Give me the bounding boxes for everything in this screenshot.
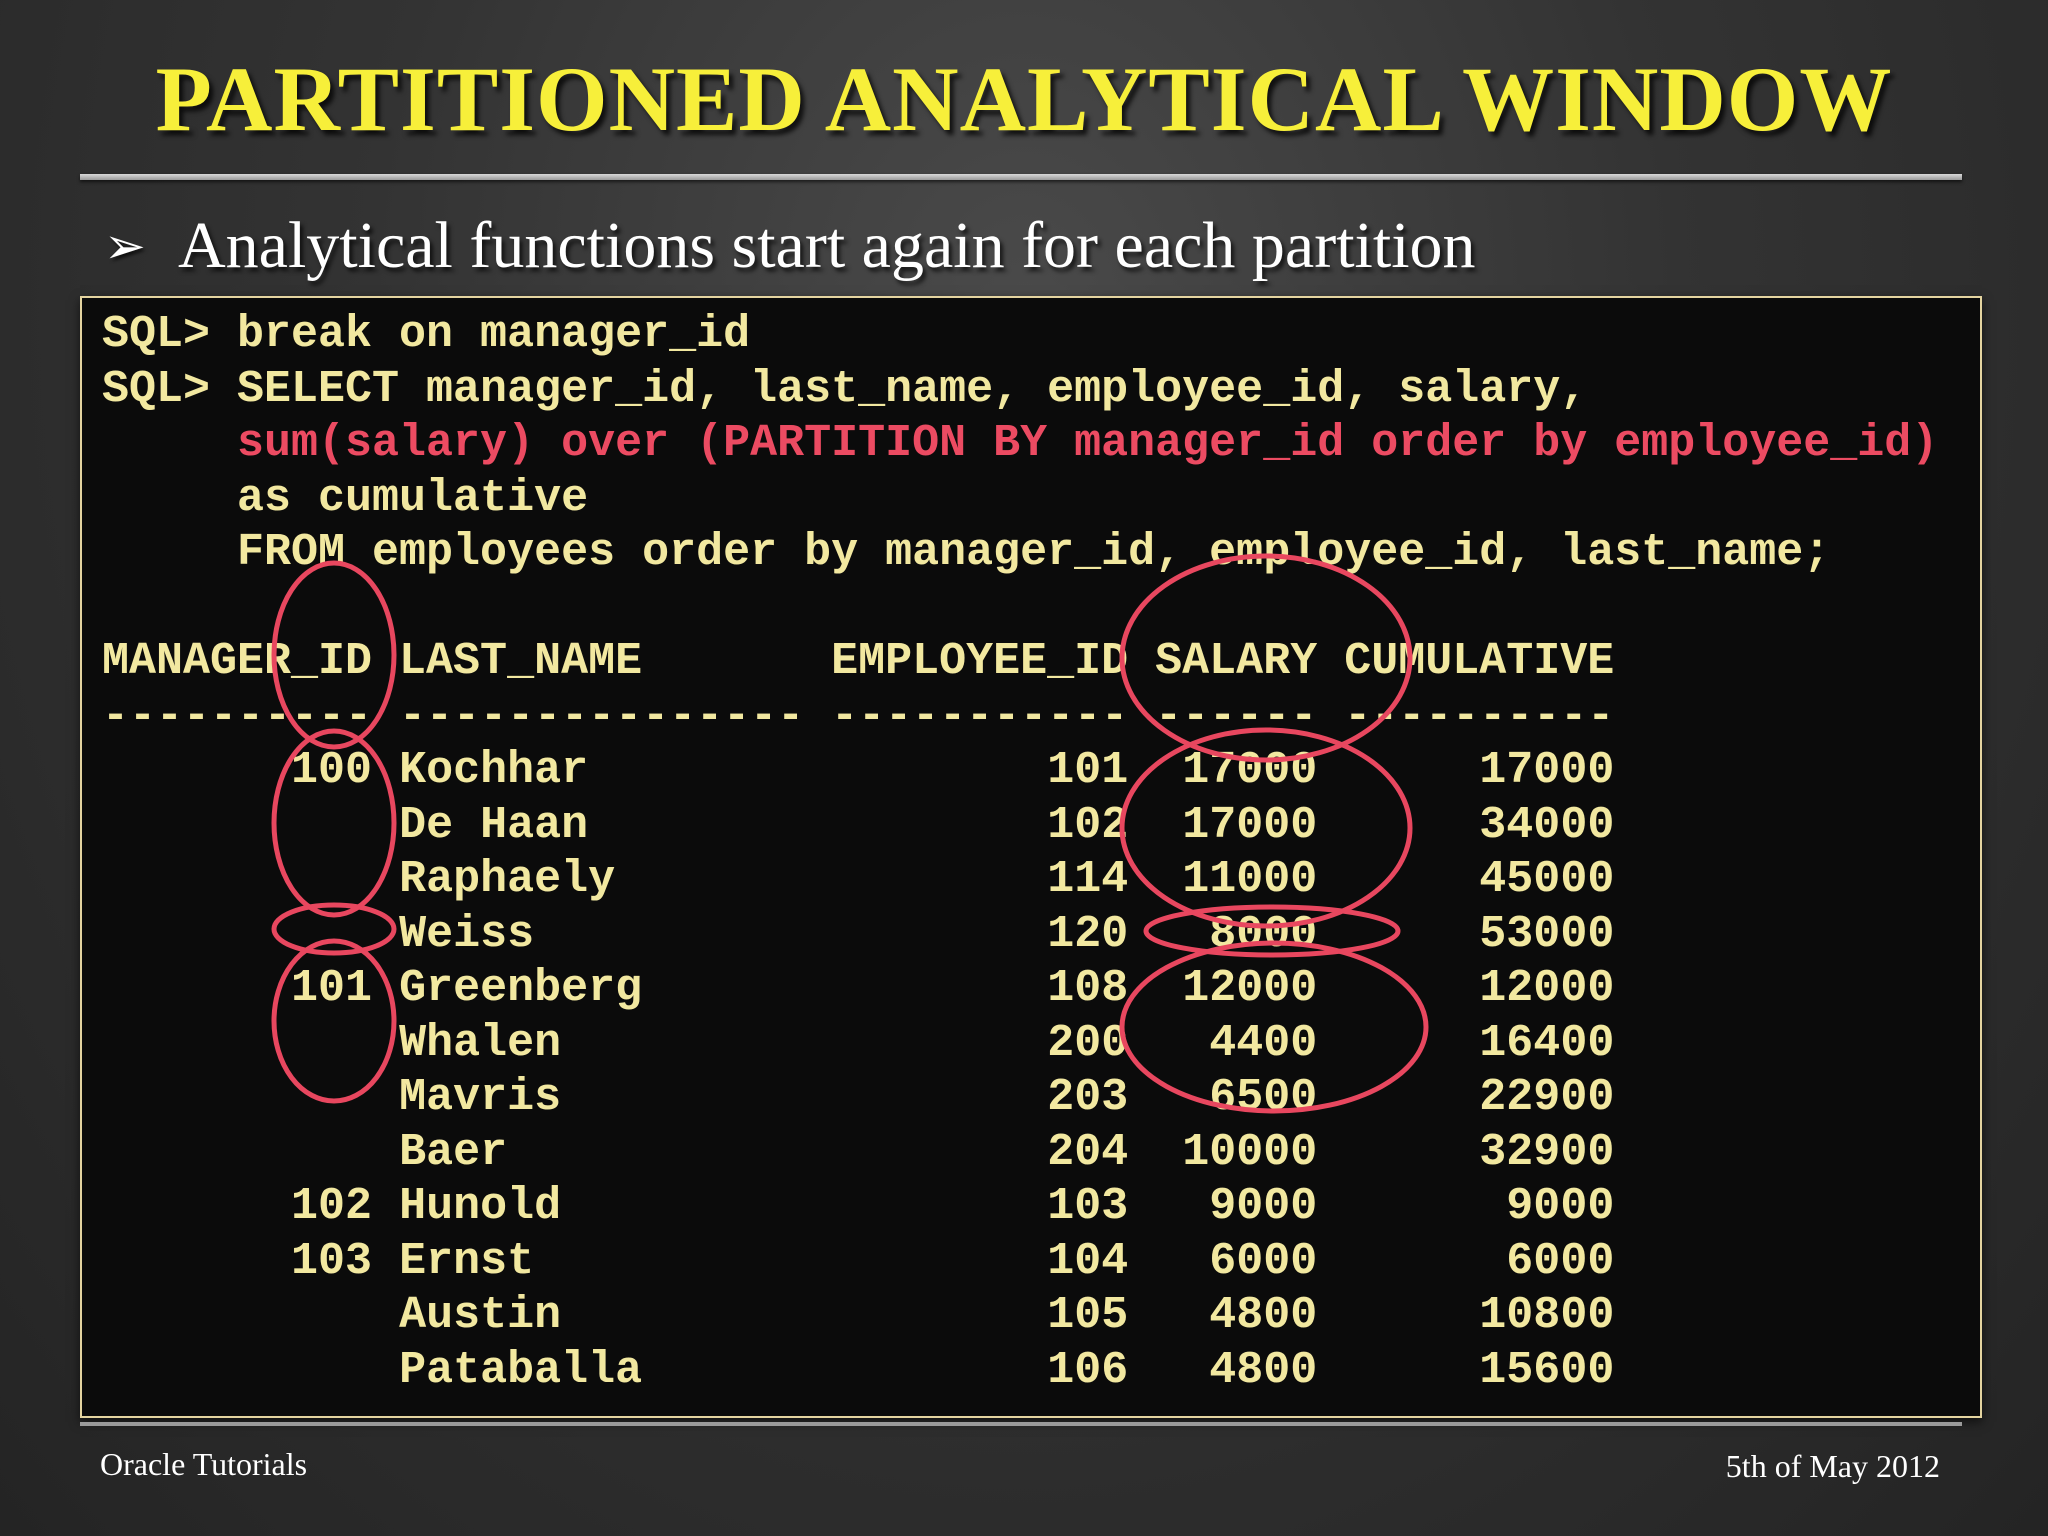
employee-id-cell: 114 [831,854,1129,905]
salary-cell: 17000 [1155,799,1318,851]
table-row: De Haan 102 17000 34000 [102,799,1938,854]
result-separator: ---------- --------------- ----------- -… [102,690,1615,742]
last-name-cell: De Haan [399,799,805,851]
manager-id-cell: 100 [102,745,373,796]
cumulative-cell: 15600 [1344,1344,1615,1396]
employee-id-cell: 108 [831,963,1129,1014]
last-name-cell: Greenberg [399,963,805,1014]
cumulative-cell: 34000 [1344,799,1615,851]
employee-id-cell: 203 [831,1072,1129,1123]
manager-id-cell: 102 [102,1181,373,1232]
result-header: MANAGER_ID LAST_NAME EMPLOYEE_ID SALARY … [102,636,1615,687]
table-row: 103 Ernst 104 6000 6000 [102,1235,1938,1290]
table-row: Baer 204 10000 32900 [102,1126,1938,1181]
manager-id-cell [102,1072,372,1123]
last-name-cell: Baer [399,1126,805,1178]
sql-from-line: FROM employees order by manager_id, empl… [102,527,1831,578]
employee-id-cell: 106 [831,1344,1129,1396]
last-name-cell: Ernst [399,1235,805,1287]
table-row: Mavris 203 6500 22900 [102,1071,1938,1126]
manager-id-cell [102,1345,372,1396]
cumulative-cell: 10800 [1344,1290,1615,1341]
manager-id-cell [102,909,372,960]
sql-console: SQL> break on manager_id SQL> SELECT mana… [80,296,1982,1418]
manager-id-cell [102,1127,372,1178]
manager-id-cell [102,854,372,905]
cumulative-cell: 16400 [1344,1017,1615,1069]
table-row: 100 Kochhar 101 17000 17000 [102,744,1938,799]
footer-date: 5th of May 2012 [1725,1448,1940,1484]
cumulative-cell: 12000 [1344,963,1615,1014]
manager-id-cell: 101 [102,963,373,1014]
sql-session: SQL> break on manager_id SQL> SELECT mana… [102,308,1938,1398]
salary-cell: 6000 [1155,1235,1318,1287]
sql-select-line: SQL> SELECT manager_id, last_name, emplo… [102,363,1588,415]
bullet-point: ➢ Analytical functions start again for e… [104,206,1476,286]
last-name-cell: Mavris [399,1072,805,1123]
footer-divider [80,1422,1962,1426]
bullet-text: Analytical functions start again for eac… [178,209,1476,282]
cumulative-cell: 22900 [1344,1072,1615,1123]
table-row: Austin 105 4800 10800 [102,1289,1938,1344]
slide-title: PARTITIONED ANALYTICAL WINDOW [155,48,1893,150]
sql-alias-line: as cumulative [102,472,589,524]
last-name-cell: Raphaely [399,854,805,905]
salary-cell: 4400 [1155,1017,1318,1069]
salary-cell: 17000 [1155,745,1318,796]
last-name-cell: Pataballa [399,1344,805,1396]
salary-cell: 4800 [1155,1290,1318,1341]
manager-id-cell [102,1018,372,1069]
title-divider [80,174,1962,180]
cumulative-cell: 17000 [1344,745,1615,796]
last-name-cell: Kochhar [399,745,805,796]
sql-analytic-clause: sum(salary) over (PARTITION BY manager_i… [102,418,1939,469]
cumulative-cell: 6000 [1344,1235,1615,1287]
last-name-cell: Hunold [399,1181,805,1232]
table-row: 102 Hunold 103 9000 9000 [102,1180,1938,1235]
employee-id-cell: 103 [831,1181,1129,1232]
employee-id-cell: 102 [831,799,1129,851]
table-row: Raphaely 114 11000 45000 [102,853,1938,908]
result-rows: 100 Kochhar 101 17000 17000 De Haan 102 … [102,744,1938,1398]
salary-cell: 6500 [1155,1072,1318,1123]
employee-id-cell: 200 [831,1017,1129,1069]
cumulative-cell: 9000 [1344,1181,1615,1232]
salary-cell: 12000 [1155,963,1318,1014]
last-name-cell: Weiss [399,908,805,960]
footer-source: Oracle Tutorials [100,1446,308,1482]
manager-id-cell [102,1290,372,1341]
table-row: Weiss 120 8000 53000 [102,908,1938,963]
employee-id-cell: 120 [831,908,1129,960]
cumulative-cell: 32900 [1344,1126,1615,1178]
cumulative-cell: 53000 [1344,908,1615,960]
salary-cell: 10000 [1155,1126,1318,1178]
employee-id-cell: 104 [831,1235,1129,1287]
salary-cell: 8000 [1155,908,1318,960]
manager-id-cell [102,800,372,851]
manager-id-cell: 103 [102,1235,373,1287]
cumulative-cell: 45000 [1344,854,1615,905]
salary-cell: 11000 [1155,854,1318,905]
table-row: Whalen 200 4400 16400 [102,1017,1938,1072]
last-name-cell: Austin [399,1290,805,1341]
employee-id-cell: 101 [831,745,1129,796]
table-row: Pataballa 106 4800 15600 [102,1344,1938,1399]
arrowhead-bullet-icon: ➢ [104,217,146,275]
last-name-cell: Whalen [399,1017,805,1069]
salary-cell: 4800 [1155,1344,1318,1396]
employee-id-cell: 204 [831,1126,1129,1178]
sql-command-break: SQL> break on manager_id [102,309,751,360]
employee-id-cell: 105 [831,1290,1129,1341]
table-row: 101 Greenberg 108 12000 12000 [102,962,1938,1017]
salary-cell: 9000 [1155,1181,1318,1232]
